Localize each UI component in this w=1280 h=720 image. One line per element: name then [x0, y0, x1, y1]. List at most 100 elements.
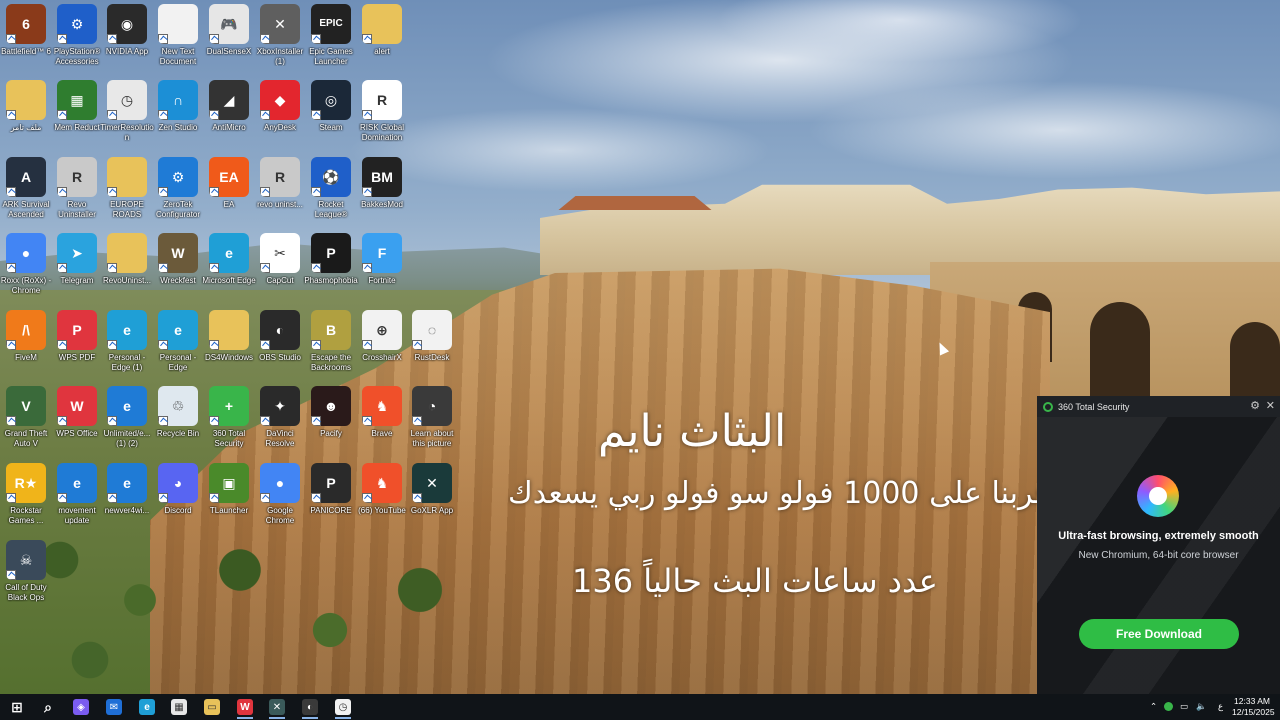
- desktop-icon[interactable]: alert: [356, 4, 408, 80]
- volume-icon[interactable]: 🔈: [1196, 701, 1207, 712]
- shortcut-arrow-icon: [6, 187, 16, 197]
- desktop-icon[interactable]: ● Roxx (RoXx) - Chrome: [0, 233, 52, 309]
- desktop-icon[interactable]: e Personal - Edge: [152, 310, 204, 386]
- taskbar-copilot-icon[interactable]: ◈: [66, 694, 96, 720]
- settings-gear-icon[interactable]: ⚙: [1250, 399, 1260, 412]
- desktop-icon[interactable]: Rrevo uninst...: [254, 157, 306, 233]
- desktop-icon[interactable]: ◎ Steam: [305, 80, 357, 156]
- desktop-icon[interactable]: R Revo Uninstaller: [51, 157, 103, 233]
- show-hidden-icons-chevron-icon[interactable]: ⌃: [1150, 701, 1157, 712]
- fortnite-icon: F: [362, 233, 402, 273]
- desktop-icon[interactable]: ♞ Brave: [356, 386, 408, 462]
- timer-icon: ◷: [335, 699, 351, 715]
- desktop-icon[interactable]: ✕ GoXLR App: [406, 463, 458, 539]
- desktop-icon[interactable]: ♞ (66) YouTube: [356, 463, 408, 539]
- desktop-icon[interactable]: W WPS Office: [51, 386, 103, 462]
- desktop-icon[interactable]: New Text Document: [152, 4, 204, 80]
- desktop-icon-label: Personal - Edge (1): [108, 353, 146, 372]
- desktop-icon[interactable]: ⚽ Rocket League®: [305, 157, 357, 233]
- desktop-icon[interactable]: RevoUninst...: [101, 233, 153, 309]
- icon-glyph: ♲: [171, 398, 185, 414]
- desktop-icon[interactable]: ☻ Pacify: [305, 386, 357, 462]
- desktop-icon-label: revo uninst...: [257, 200, 303, 209]
- desktop-icon[interactable]: P Phasmophobia: [304, 233, 358, 309]
- desktop-icon[interactable]: 6 Battlefield™ 6: [0, 4, 52, 80]
- icon-glyph: ◐: [275, 322, 285, 338]
- taskbar-wps-office-icon[interactable]: W: [230, 694, 260, 720]
- desktop-icon[interactable]: ⚙ ZeroTek Configurator: [152, 157, 204, 233]
- desktop-icon[interactable]: R★ Rockstar Games ...: [0, 463, 52, 539]
- desktop-icon[interactable]: ◉ NVIDIA App: [101, 4, 153, 80]
- desktop-icon[interactable]: EUROPE ROADS: [101, 157, 153, 233]
- desktop-icon[interactable]: ▦ Mem Reduct: [51, 80, 103, 156]
- chrome-icon: ●: [6, 233, 46, 273]
- 360-tray-icon[interactable]: [1164, 702, 1173, 711]
- taskbar-edge-icon[interactable]: e: [132, 694, 162, 720]
- taskbar-timer-icon[interactable]: ◷: [328, 694, 358, 720]
- desktop-icon[interactable]: ✂ CapCut: [254, 233, 306, 309]
- desktop-icon[interactable]: W Wreckfest: [152, 233, 204, 309]
- 360-security-icon: +: [209, 386, 249, 426]
- icon-glyph: R★: [14, 475, 38, 491]
- free-download-button[interactable]: Free Download: [1079, 619, 1239, 649]
- desktop-icon[interactable]: ♲ Recycle Bin: [152, 386, 204, 462]
- desktop-icon[interactable]: ملف تامر: [0, 80, 52, 156]
- desktop-icon[interactable]: e Unlimited/e... (1) (2): [101, 386, 153, 462]
- network-icon[interactable]: ▭: [1180, 701, 1188, 712]
- taskbar-obs-icon[interactable]: ◐: [295, 694, 325, 720]
- taskbar-file-explorer-icon[interactable]: ▭: [197, 694, 227, 720]
- desktop-icon[interactable]: F Fortnite: [356, 233, 408, 309]
- desktop-icon[interactable]: R RISK Global Domination: [356, 80, 408, 156]
- desktop-icon[interactable]: ◢ AntiMicro: [203, 80, 255, 156]
- icon-glyph: ◷: [120, 92, 134, 108]
- desktop-icon[interactable]: BM BakkesMod: [356, 157, 408, 233]
- shortcut-arrow-icon: [158, 493, 168, 503]
- shortcut-arrow-icon: [107, 340, 117, 350]
- shortcut-arrow-icon: [362, 493, 372, 503]
- taskbar-search-icon[interactable]: ⌕: [33, 694, 63, 720]
- shortcut-arrow-icon: [311, 110, 321, 120]
- desktop-icon[interactable]: ● Google Chrome: [254, 463, 306, 539]
- desktop-icon[interactable]: P PANICORE: [305, 463, 357, 539]
- desktop-icon[interactable]: V Grand Theft Auto V: [0, 386, 52, 462]
- desktop-icon[interactable]: ✕ XboxInstaller (1): [254, 4, 306, 80]
- desktop-icon[interactable]: ➤ Telegram: [51, 233, 103, 309]
- shortcut-arrow-icon: [209, 416, 219, 426]
- desktop-icon[interactable]: DS4Windows: [203, 310, 255, 386]
- desktop-icon[interactable]: P WPS PDF: [51, 310, 103, 386]
- desktop-icon[interactable]: ◔ Learn about this picture: [406, 386, 458, 462]
- taskbar-store-icon[interactable]: ▦: [164, 694, 194, 720]
- 360-security-popup: 360 Total Security ⚙ ✕ Ultra-fast browsi…: [1037, 396, 1280, 694]
- desktop-icon[interactable]: 🎮 DualSenseX: [203, 4, 255, 80]
- desktop-icon[interactable]: /\ FiveM: [0, 310, 52, 386]
- desktop-icon[interactable]: e Microsoft Edge: [202, 233, 256, 309]
- desktop-icon[interactable]: EA EA: [203, 157, 255, 233]
- desktop-icon[interactable]: ◌ RustDesk: [406, 310, 458, 386]
- clock[interactable]: 12:33 AM 12/15/2025: [1232, 696, 1275, 718]
- desktop-icon[interactable]: A ARK Survival Ascended: [0, 157, 52, 233]
- language-indicator[interactable]: ع: [1218, 701, 1223, 712]
- desktop-icon[interactable]: ⊕ CrosshairX: [356, 310, 408, 386]
- desktop-icon[interactable]: e movement update: [51, 463, 103, 539]
- taskbar-goxlr-icon[interactable]: ✕: [262, 694, 292, 720]
- desktop-icon[interactable]: B Escape the Backrooms: [305, 310, 357, 386]
- taskbar-outlook-icon[interactable]: ✉: [99, 694, 129, 720]
- desktop-icon[interactable]: ◷ TimerResolution: [100, 80, 154, 156]
- close-icon[interactable]: ✕: [1266, 399, 1275, 412]
- desktop-icon[interactable]: ◕ Discord: [152, 463, 204, 539]
- desktop-icon[interactable]: e newver4wi...: [101, 463, 153, 539]
- desktop-icon[interactable]: ◆ AnyDesk: [254, 80, 306, 156]
- desktop-icon[interactable]: ▣ TLauncher: [203, 463, 255, 539]
- icon-glyph: ➤: [71, 245, 83, 261]
- desktop-icon[interactable]: +360 Total Security: [203, 386, 255, 462]
- desktop-icon[interactable]: EPIC Epic Games Launcher: [305, 4, 357, 80]
- desktop-icon[interactable]: e Personal - Edge (1): [101, 310, 153, 386]
- wreckfest-icon: W: [158, 233, 198, 273]
- taskbar-windows-start-icon[interactable]: ⊞: [2, 694, 32, 720]
- desktop-icon[interactable]: ⚙ PlayStation® Accessories: [51, 4, 103, 80]
- desktop-icon[interactable]: ◐ OBS Studio: [254, 310, 306, 386]
- desktop-icon[interactable]: ∩ Zen Studio: [152, 80, 204, 156]
- desktop-icon[interactable]: ☠ Call of Duty Black Ops: [0, 540, 52, 616]
- mem-reduct-icon: ▦: [57, 80, 97, 120]
- desktop-icon[interactable]: ✦ DaVinci Resolve: [254, 386, 306, 462]
